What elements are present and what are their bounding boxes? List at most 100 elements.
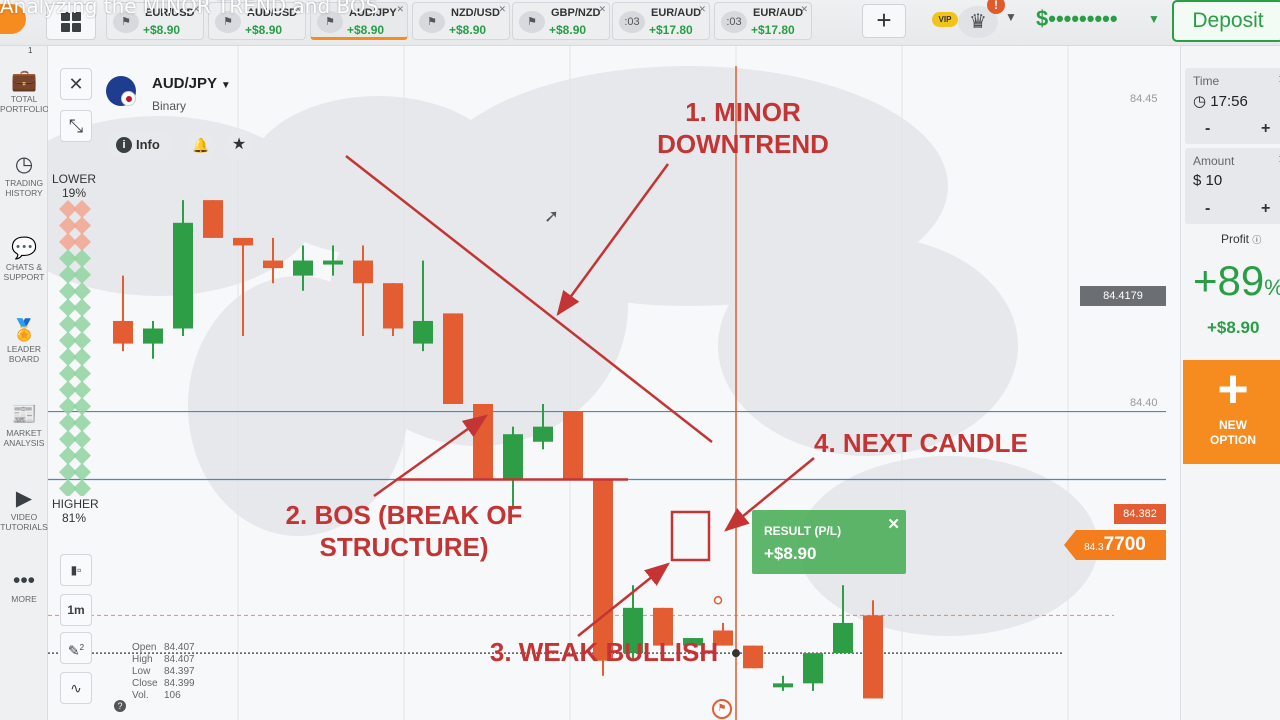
amount-value[interactable]: $ 10: [1193, 172, 1222, 189]
indicators-button[interactable]: ∿: [60, 672, 92, 704]
close-icon[interactable]: ✕: [498, 4, 506, 15]
world-map-shape: [718, 236, 1018, 456]
asset-tab[interactable]: ⚑ NZD/USD +$8.90 ✕: [412, 2, 510, 40]
collapse-button[interactable]: ⤡: [60, 110, 92, 142]
sidebar-item-label: TOTAL PORTFOLIO: [0, 94, 49, 114]
result-value: +$8.90: [764, 544, 817, 563]
chart-type-button[interactable]: ▮▫: [60, 554, 92, 586]
sidebar-item-video-tutorials[interactable]: ▶ VIDEO TUTORIALS: [0, 486, 48, 532]
asset-tab[interactable]: ⚑ GBP/NZD +$8.90 ✕: [512, 2, 610, 40]
profit-label-text: Profit: [1221, 232, 1250, 246]
close-icon[interactable]: ✕: [887, 515, 900, 533]
ohlc-high-label: High: [132, 654, 153, 665]
bullish-candle: [773, 683, 793, 688]
sidebar-item-label: CHATS & SUPPORT: [3, 262, 45, 282]
account-balance[interactable]: $•••••••••: [1036, 6, 1118, 32]
drawing-tools-button[interactable]: ✎2: [60, 632, 92, 664]
sidebar-item-portfolio[interactable]: 💼 TOTAL PORTFOLIO: [0, 68, 49, 114]
help-icon[interactable]: ⓘ: [1252, 235, 1261, 245]
mouse-cursor-icon: ➚: [544, 206, 560, 226]
bearish-candle: [473, 404, 493, 480]
profit-amount: +$8.90: [1207, 318, 1260, 337]
time-decrease-button[interactable]: -: [1205, 120, 1210, 138]
time-value[interactable]: ◷ 17:56: [1193, 92, 1248, 110]
bearish-candle: [563, 411, 583, 480]
trading-chart[interactable]: ✕ ⤡ AUD/JPY ▼ Binary i Info 🔔 ★ LOWER 19…: [48, 46, 1180, 720]
annotation-weak-bullish: 3. WEAK BULLISH: [489, 637, 719, 667]
alert-icon[interactable]: !: [987, 0, 1005, 14]
close-icon[interactable]: ✕: [396, 4, 404, 15]
new-option-label: NEW OPTION: [1209, 418, 1256, 447]
info-icon: i: [116, 137, 132, 153]
star-icon[interactable]: ★: [224, 130, 254, 160]
news-icon: 📰: [11, 403, 38, 426]
asset-tab-profit: +$17.80: [751, 23, 795, 37]
collapse-icon: ⤡: [68, 116, 84, 136]
asset-tab[interactable]: :03 EUR/AUD +$17.80 ✕: [714, 2, 812, 40]
amount-increase-button[interactable]: +: [1261, 200, 1270, 218]
close-icon[interactable]: ✕: [698, 4, 706, 15]
sidebar-item-label: MARKET ANALYSIS: [3, 428, 45, 448]
time-increase-button[interactable]: +: [1261, 120, 1270, 138]
timeframe-button[interactable]: 1m: [60, 594, 92, 626]
bullish-candle: [293, 260, 313, 276]
bearish-candle: [353, 260, 373, 284]
sidebar-item-chats[interactable]: 💬 CHATS & SUPPORT: [0, 236, 48, 282]
lower-sentiment-mark: [73, 200, 91, 218]
history-icon: ◷: [14, 153, 34, 176]
sidebar-item-leaderboard[interactable]: 🏅 LEADER BOARD: [0, 318, 48, 364]
sidebar-item-label: LEADER BOARD: [6, 344, 41, 364]
info-button[interactable]: i Info: [108, 130, 174, 160]
sidebar-item-market-analysis[interactable]: 📰 MARKET ANALYSIS: [0, 402, 48, 448]
amount-decrease-button[interactable]: -: [1205, 200, 1210, 218]
add-tab-button[interactable]: +: [862, 4, 906, 38]
lower-sentiment-mark: [73, 232, 91, 251]
asset-tab-profit: +$8.90: [549, 23, 587, 37]
flag-icon: ⚑: [419, 11, 445, 33]
time-label: Time: [1193, 74, 1220, 88]
bearish-candle: [593, 479, 613, 661]
portfolio-count-badge: 1: [28, 46, 33, 55]
chevron-down-icon[interactable]: ▼: [1005, 10, 1017, 24]
ohlc-close-label: Close: [132, 678, 158, 689]
asset-selector[interactable]: AUD/JPY ▼: [152, 75, 231, 92]
annotation-next-candle: 4. NEXT CANDLE: [814, 428, 1028, 458]
ohlc-open-label: Open: [132, 642, 157, 653]
bell-icon[interactable]: 🔔: [186, 130, 216, 160]
higher-sentiment-mark: [73, 265, 91, 284]
deposit-button[interactable]: Deposit: [1172, 0, 1280, 42]
bearish-candle: [383, 283, 403, 329]
expiry-badge: :03: [721, 11, 747, 33]
bearish-candle: [233, 237, 253, 246]
play-icon: ▶: [15, 487, 33, 510]
asset-tab[interactable]: :03 EUR/AUD +$17.80 ✕: [612, 2, 710, 40]
time-field[interactable]: Time ◷ 17:56 - + ℹ: [1185, 68, 1280, 144]
amount-field[interactable]: Amount $ 10 - + ℹ: [1185, 148, 1280, 224]
bullish-candle: [173, 222, 193, 329]
chat-icon: 💬: [11, 237, 38, 260]
annotation-bos: 2. BOS (BREAK OF STRUCTURE): [254, 499, 554, 563]
amount-label: Amount: [1193, 154, 1235, 168]
plus-icon: +: [1217, 359, 1249, 419]
world-map-shape: [188, 276, 408, 536]
close-icon: ✕: [68, 74, 84, 94]
asset-tab-name: EUR/AUD: [753, 7, 804, 19]
higher-sentiment-mark: [73, 364, 91, 383]
sidebar-item-history[interactable]: ◷ TRADING HISTORY: [0, 152, 48, 198]
close-icon[interactable]: ✕: [800, 4, 808, 15]
sidebar-item-more[interactable]: ••• MORE: [0, 568, 48, 604]
close-icon[interactable]: ✕: [598, 4, 606, 15]
sidebar-item-label: MORE: [11, 594, 37, 604]
trade-panel: Time ◷ 17:56 - + ℹ Amount $ 10 - + ℹ Pro…: [1180, 46, 1280, 720]
price-level-tag: 84.4179: [1080, 286, 1166, 306]
higher-sentiment-mark: [73, 430, 91, 449]
current-price-tag: 84.37700: [1064, 530, 1166, 560]
chevron-down-icon[interactable]: ▼: [1148, 12, 1160, 26]
higher-sentiment-mark: [73, 348, 91, 366]
axis-label: 84.40: [1130, 397, 1158, 409]
sidebar-item-label: TRADING HISTORY: [4, 178, 44, 198]
help-icon[interactable]: ?: [114, 700, 126, 712]
close-chart-button[interactable]: ✕: [60, 68, 92, 100]
asset-type: Binary: [152, 99, 187, 113]
new-option-button[interactable]: + NEW OPTION: [1183, 360, 1280, 464]
